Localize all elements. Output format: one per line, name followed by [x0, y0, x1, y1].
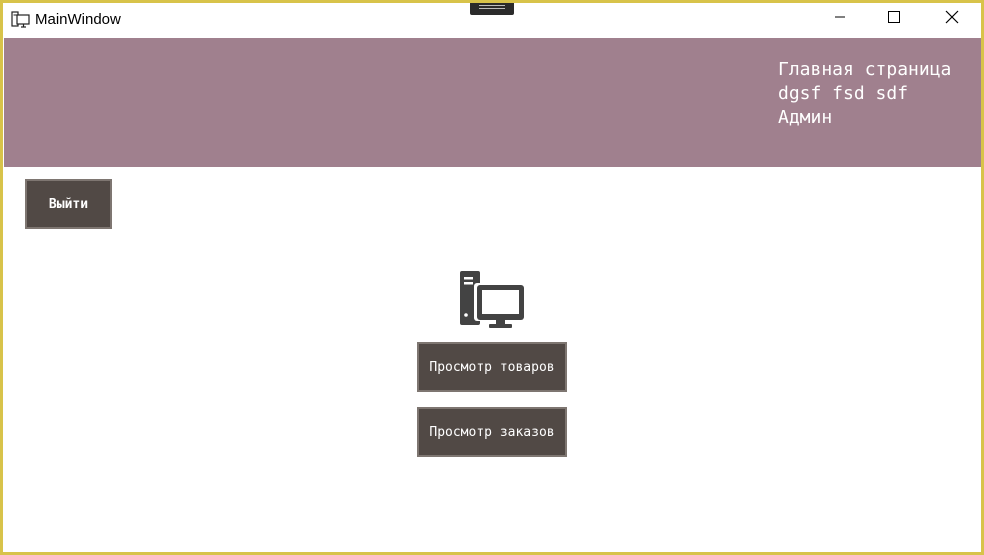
- close-icon: [945, 10, 959, 29]
- minimize-icon: [834, 10, 846, 28]
- drag-handle-icon[interactable]: [470, 3, 514, 15]
- close-button[interactable]: [929, 3, 975, 35]
- main-window: MainWindow Главная страница dgsf fsd sdf…: [0, 0, 984, 555]
- title-bar[interactable]: MainWindow: [3, 3, 981, 38]
- app-window-icon: [11, 11, 31, 29]
- maximize-button[interactable]: [871, 3, 917, 35]
- page-title: Главная страница: [778, 59, 952, 80]
- user-role: Админ: [778, 107, 833, 128]
- header-info: Главная страница dgsf fsd sdf Админ: [778, 58, 951, 130]
- minimize-button[interactable]: [817, 3, 863, 35]
- computer-icon: [460, 271, 526, 328]
- view-orders-button[interactable]: Просмотр заказов: [417, 407, 567, 457]
- header-banner: Главная страница dgsf fsd sdf Админ: [4, 38, 981, 167]
- view-products-button[interactable]: Просмотр товаров: [417, 342, 567, 392]
- user-name: dgsf fsd sdf: [778, 83, 909, 104]
- exit-button[interactable]: Выйти: [25, 179, 112, 229]
- maximize-icon: [888, 10, 900, 28]
- window-title: MainWindow: [35, 11, 121, 28]
